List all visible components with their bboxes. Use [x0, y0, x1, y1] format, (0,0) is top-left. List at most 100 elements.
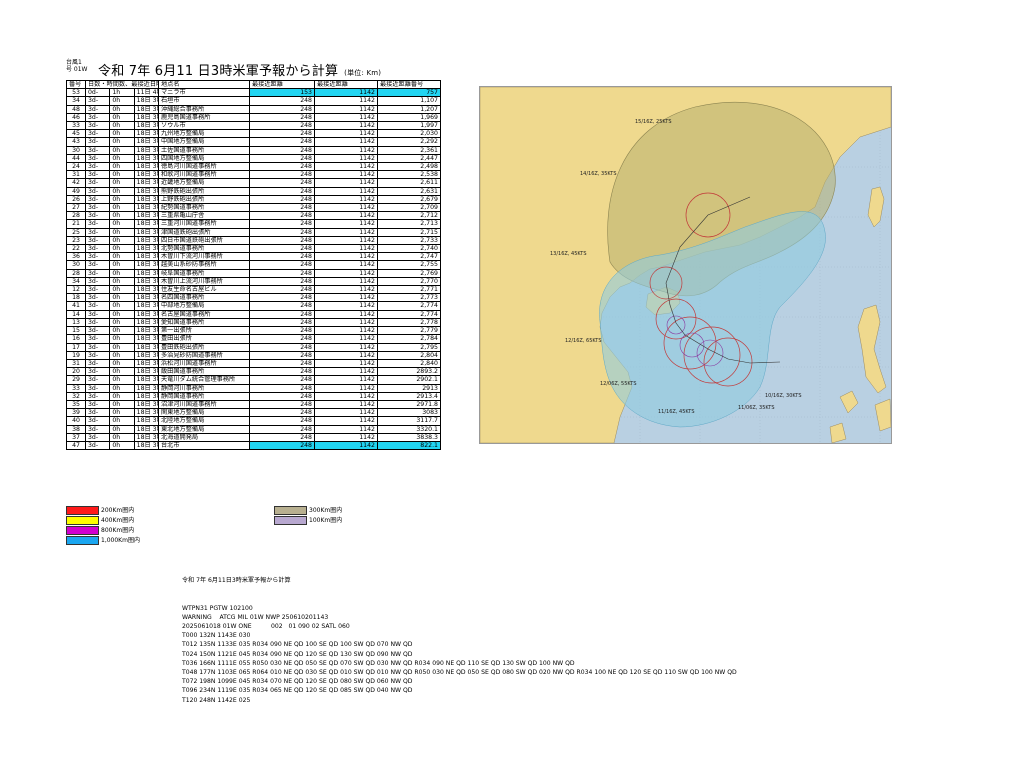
warning-line: T024 150N 1121E 045 R034 090 NE QD 120 S…	[182, 650, 413, 658]
cell-name: 静岡国道事務所	[158, 391, 250, 401]
label-10-16z: 10/16Z, 30KTS	[765, 393, 802, 399]
table-row: 493d-0h18日 3時熊野鉄砲出張所24811422,631	[66, 186, 441, 196]
cell-hours: 0h	[109, 424, 135, 434]
cell-d1: 248	[249, 285, 315, 295]
cell-no: 31	[66, 358, 86, 369]
cell-d1: 153	[249, 88, 315, 98]
cell-hours: 0h	[109, 203, 135, 213]
cell-name: 四日市国道鉄砲出張所	[158, 235, 250, 246]
cell-name: 中国地方整備局	[158, 137, 250, 147]
cell-name: 紀勢国道事務所	[158, 203, 250, 213]
cell-d3: 2902.1	[377, 375, 441, 385]
cell-datetime: 18日 3時	[133, 375, 160, 385]
table-row: 133d-0h18日 3時愛知国道事務所24811422,778	[66, 317, 441, 328]
cell-no: 40	[66, 416, 86, 426]
table-row: 423d-0h18日 3時近畿地方整備局24811422,611	[66, 178, 441, 188]
cell-d1: 248	[249, 334, 315, 344]
table-row: 353d-0h18日 3時沼津河川国道事務所24811422971.8	[66, 399, 441, 410]
cell-no: 30	[66, 260, 86, 270]
cell-no: 43	[66, 137, 86, 147]
cell-d1: 248	[249, 416, 315, 426]
cell-no: 17	[66, 342, 86, 352]
cell-d3: 2,361	[377, 145, 441, 155]
cell-datetime: 18日 3時	[133, 227, 160, 237]
table-row: 363d-0h18日 3時木曽川下流河川事務所24811422,747	[66, 252, 441, 262]
cell-d1: 248	[249, 326, 315, 336]
cell-hours: 0h	[109, 268, 135, 278]
table-row: 293d-0h18日 3時天竜川ダム統合管理事務所24811422902.1	[66, 375, 441, 385]
cell-hours: 0h	[109, 219, 135, 229]
cell-name: 熊野鉄砲出張所	[158, 186, 250, 196]
legend-label: 1,000Km圏内	[101, 537, 140, 544]
cell-datetime: 18日 3時	[133, 367, 160, 377]
cell-days: 3d-	[84, 153, 111, 164]
table-row: 343d-0h18日 3時石垣市24811421,107	[66, 96, 441, 106]
cell-d2: 1142	[314, 350, 378, 360]
cell-hours: 0h	[109, 416, 135, 426]
cell-no: 12	[66, 285, 86, 295]
table-row: 163d-0h18日 3時豊田出張所24811422,784	[66, 334, 441, 344]
cell-no: 18	[66, 293, 86, 303]
table-row: 483d-0h18日 3時沖縄総合事務所24811421,207	[66, 104, 441, 114]
cell-d1: 248	[249, 383, 315, 393]
cell-no: 42	[66, 178, 86, 188]
cell-days: 3d-	[84, 383, 111, 393]
cell-d1: 248	[249, 399, 315, 410]
cell-no: 39	[66, 408, 86, 418]
cell-d3: 3838.3	[377, 432, 441, 442]
cell-datetime: 18日 3時	[133, 334, 160, 344]
legend-swatch	[274, 506, 307, 515]
cell-d2: 1142	[314, 391, 378, 401]
warning-line: T036 166N 1111E 055 R050 030 NE QD 050 S…	[182, 659, 575, 667]
label-12-16z: 12/16Z, 65KTS	[565, 338, 602, 344]
warning-lines: WTPN31 PGTW 102100 WARNING ATCG MIL 01W N…	[182, 604, 737, 705]
cell-datetime: 18日 3時	[133, 145, 160, 155]
cell-no: 49	[66, 186, 86, 196]
cell-datetime: 18日 3時	[133, 424, 160, 434]
warning-line: T000 132N 1143E 030	[182, 632, 251, 640]
cell-no: 16	[66, 334, 86, 344]
cell-d3: 2,755	[377, 260, 441, 270]
cell-hours: 0h	[109, 112, 135, 123]
cell-days: 3d-	[84, 260, 111, 270]
cell-d1: 248	[249, 391, 315, 401]
table-row: 313d-0h18日 3時浜松河川国道事務所24811422,840	[66, 358, 441, 369]
cell-datetime: 18日 3時	[133, 383, 160, 393]
cell-datetime: 18日 3時	[133, 399, 160, 410]
cell-days: 3d-	[84, 129, 111, 139]
cell-datetime: 18日 3時	[133, 391, 160, 401]
cell-datetime: 18日 3時	[133, 178, 160, 188]
cell-d2: 1142	[314, 293, 378, 303]
cell-name: 台北市	[158, 440, 250, 451]
cell-d3: 2,804	[377, 350, 441, 360]
cell-name: ソウル市	[158, 121, 250, 131]
cell-days: 3d-	[84, 104, 111, 114]
cell-d3: 2,679	[377, 194, 441, 205]
cell-d2: 1142	[314, 334, 378, 344]
cell-datetime: 18日 3時	[133, 203, 160, 213]
header-note-line2: 号 01W	[66, 66, 88, 73]
col-name: 地点名	[158, 79, 250, 90]
cell-hours: 0h	[109, 227, 135, 237]
cell-d3: 2,447	[377, 153, 441, 164]
cell-name: 土佐国道事務所	[158, 145, 250, 155]
cell-d1: 248	[249, 137, 315, 147]
cell-hours: 0h	[109, 194, 135, 205]
table-row: 153d-0h18日 3時第一出張所24811422,779	[66, 326, 441, 336]
cell-d3: 2971.8	[377, 399, 441, 410]
cell-d3: 2,538	[377, 170, 441, 180]
cell-days: 3d-	[84, 194, 111, 205]
table-row: 473d-0h18日 3時台北市2481142822.1	[66, 440, 441, 451]
cell-d3: 2,779	[377, 326, 441, 336]
cell-hours: 0h	[109, 375, 135, 385]
cell-d2: 1142	[314, 358, 378, 369]
cell-no: 48	[66, 104, 86, 114]
cell-hours: 0h	[109, 293, 135, 303]
cell-d1: 248	[249, 129, 315, 139]
cell-name: 豊田出張所	[158, 334, 250, 344]
cell-datetime: 18日 3時	[133, 137, 160, 147]
table-row: 530d-1h11日 4時マニラ市1531142757	[66, 88, 441, 98]
cell-d3: 2,747	[377, 252, 441, 262]
table-row: 263d-0h18日 3時上野鉄砲出張所24811422,679	[66, 194, 441, 205]
cell-datetime: 18日 3時	[133, 440, 160, 451]
